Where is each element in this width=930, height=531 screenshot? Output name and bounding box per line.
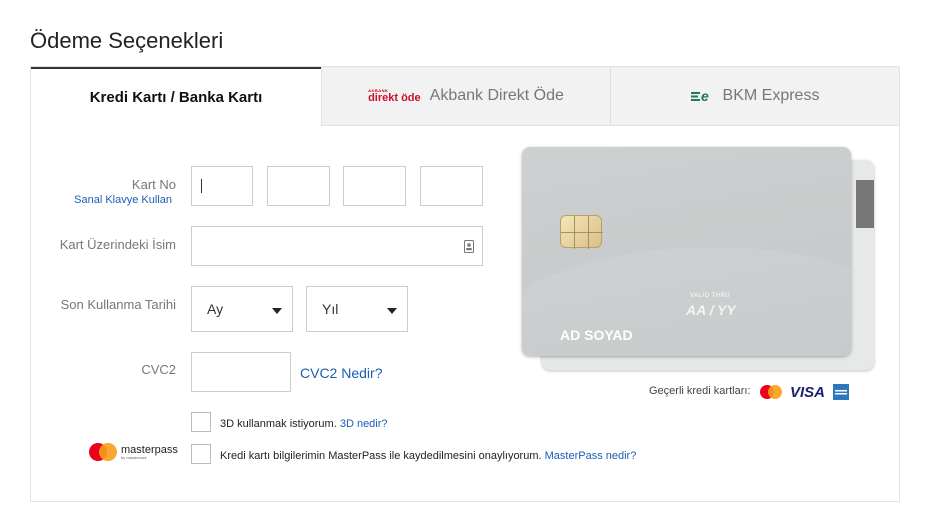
page-title: Ödeme Seçenekleri bbox=[30, 28, 224, 53]
virtual-keyboard-link[interactable]: Sanal Klavye Kullan bbox=[51, 194, 172, 206]
mastercard-icon bbox=[89, 443, 117, 461]
card-name-label: Kart Üzerindeki İsim bbox=[59, 237, 176, 252]
chip-icon bbox=[560, 215, 603, 249]
tab-bkm-express[interactable]: e BKM Express bbox=[610, 67, 899, 126]
month-select[interactable]: Ay bbox=[191, 286, 293, 332]
three-d-label: 3D kullanmak istiyorum. 3D nedir? bbox=[220, 418, 388, 430]
cvc-help-link[interactable]: CVC2 Nedir? bbox=[300, 365, 382, 381]
card-name-input[interactable] bbox=[191, 226, 483, 266]
cvc-input[interactable] bbox=[191, 352, 291, 392]
masterpass-label: Kredi kartı bilgilerimin MasterPass ile … bbox=[220, 450, 637, 462]
tab-akbank-direkt[interactable]: AKBANK direkt öde Akbank Direkt Öde bbox=[321, 67, 610, 126]
masterpass-help-link[interactable]: MasterPass nedir? bbox=[545, 450, 637, 462]
amex-icon bbox=[833, 384, 849, 405]
magnetic-strip bbox=[856, 180, 874, 228]
chevron-down-icon bbox=[272, 308, 282, 314]
mastercard-icon bbox=[758, 384, 784, 405]
svg-text:e: e bbox=[701, 89, 709, 103]
card-expiry-preview: AA / YY bbox=[686, 302, 736, 318]
valid-cards-label: Geçerli kredi kartları: bbox=[649, 385, 751, 397]
cvc-label: CVC2 bbox=[141, 362, 176, 377]
card-number-label: Kart No bbox=[131, 177, 176, 192]
year-select[interactable]: Yıl bbox=[306, 286, 408, 332]
chevron-down-icon bbox=[387, 308, 397, 314]
payment-tabs: Kredi Kartı / Banka Kartı AKBANK direkt … bbox=[31, 67, 899, 126]
cardholder-preview: AD SOYAD bbox=[560, 327, 633, 343]
masterpass-checkbox[interactable] bbox=[191, 444, 211, 464]
contact-card-icon bbox=[464, 240, 474, 258]
card-number-input-4[interactable] bbox=[420, 166, 483, 206]
tab-bkm-express-label: BKM Express bbox=[722, 87, 820, 104]
tab-akbank-direkt-label: Akbank Direkt Öde bbox=[429, 87, 564, 104]
masterpass-logo: masterpass by mastercard bbox=[89, 443, 178, 461]
card-number-input-3[interactable] bbox=[343, 166, 406, 206]
bkm-express-icon: e bbox=[690, 88, 715, 104]
valid-thru-label: VALID THRU bbox=[690, 293, 731, 299]
three-d-help-link[interactable]: 3D nedir? bbox=[340, 418, 388, 430]
akbank-direkt-logo: AKBANK direkt öde bbox=[368, 87, 421, 104]
expiry-label: Son Kullanma Tarihi bbox=[60, 297, 176, 312]
year-select-value: Yıl bbox=[322, 301, 339, 317]
card-number-input-2[interactable] bbox=[267, 166, 330, 206]
tab-credit-card-label: Kredi Kartı / Banka Kartı bbox=[89, 89, 263, 106]
three-d-checkbox[interactable] bbox=[191, 412, 211, 432]
card-preview-front: VALID THRU AA / YY AD SOYAD bbox=[522, 147, 851, 356]
visa-icon: VISA bbox=[790, 384, 826, 401]
month-select-value: Ay bbox=[207, 301, 224, 317]
tab-credit-card[interactable]: Kredi Kartı / Banka Kartı bbox=[31, 67, 321, 126]
payment-panel: Kredi Kartı / Banka Kartı AKBANK direkt … bbox=[30, 66, 900, 502]
card-number-input-1[interactable] bbox=[191, 166, 253, 206]
